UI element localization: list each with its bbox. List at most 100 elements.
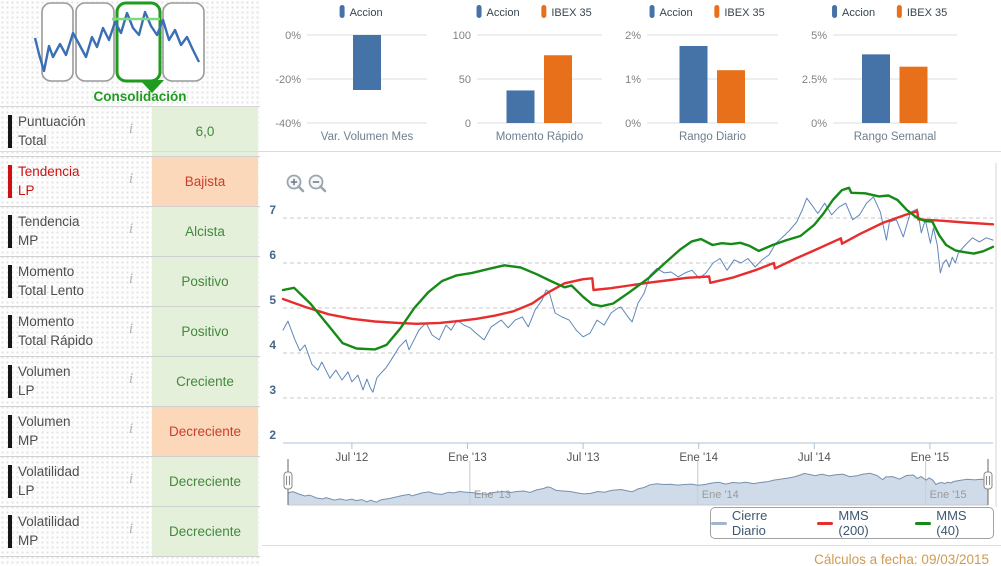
zoom-out-button[interactable] (308, 174, 327, 193)
mini-legend-label[interactable]: IBEX 35 (551, 7, 591, 19)
series-cierrediario (282, 196, 994, 393)
table-row-volumen-lp: Volumen LP i Creciente (0, 357, 260, 407)
y-axis-label: 6 (269, 248, 276, 262)
legend-swatch-icon (817, 521, 834, 525)
x-axis-label: Ene '15 (911, 452, 950, 464)
y-axis-label: 7 (269, 203, 276, 217)
y-axis-label: 2 (269, 428, 276, 442)
mini-legend-marker-icon[interactable] (476, 5, 482, 18)
x-axis-label: Jul '13 (567, 452, 600, 464)
row-accent-bar (8, 515, 12, 548)
info-icon[interactable]: i (124, 521, 138, 538)
x-axis-label: Jul '14 (798, 452, 831, 464)
legend-swatch-icon (915, 521, 932, 525)
row-value: Decreciente (152, 507, 258, 556)
row-accent-bar (8, 315, 12, 348)
info-icon[interactable]: i (124, 321, 138, 338)
table-row-tendencia-mp: Tendencia MP i Alcista (0, 207, 260, 257)
pattern-panel (41, 2, 74, 82)
bar-accion (862, 54, 890, 123)
legend-label: MMS (200) (838, 508, 869, 538)
info-icon[interactable]: i (124, 271, 138, 288)
row-accent-bar (8, 215, 12, 248)
info-icon[interactable]: i (124, 121, 138, 138)
y-axis-label: 4 (269, 338, 276, 352)
mini-ytick-label: 1% (625, 74, 641, 86)
legend-label: MMS (40) (936, 508, 967, 538)
mini-ytick-label: 50 (459, 74, 471, 86)
row-value: Creciente (152, 357, 258, 406)
info-icon[interactable]: i (124, 471, 138, 488)
zoom-in-button[interactable] (286, 174, 305, 193)
mini-legend-marker-icon[interactable] (896, 5, 902, 18)
legend-item-mms40[interactable]: MMS (40) (915, 508, 993, 538)
mini-legend-label[interactable]: Accion (660, 7, 693, 19)
mini-ytick-label: 100 (453, 30, 471, 42)
y-axis-label: 3 (269, 383, 276, 397)
legend-swatch-icon (711, 521, 727, 525)
mini-chart-title: Var. Volumen Mes (321, 131, 414, 143)
mini-ytick-label: -40% (275, 118, 301, 130)
row-value: Positivo (152, 257, 258, 306)
navigator-label: Ene '14 (702, 489, 739, 501)
legend-item-cierrediario[interactable]: Cierre Diario (711, 508, 804, 538)
pattern-sparkline-image: Consolidación (33, 1, 205, 104)
series-mms200 (281, 210, 995, 326)
row-value: Alcista (152, 207, 258, 256)
x-axis-label: Ene '13 (448, 452, 487, 464)
navigator-label: Ene '15 (930, 489, 967, 501)
mini-legend-label[interactable]: Accion (350, 7, 383, 19)
mini-legend-marker-icon[interactable] (649, 5, 655, 18)
x-axis-label: Ene '14 (679, 452, 718, 464)
calculation-date-text: Cálculos a fecha: 09/03/2015 (814, 552, 989, 566)
mini-chart-title: Momento Rápido (496, 131, 584, 143)
info-icon[interactable]: i (124, 221, 138, 238)
row-accent-bar (8, 165, 12, 198)
x-axis-label: Jul '12 (335, 452, 368, 464)
row-label: Momento Total Rápido (18, 314, 94, 349)
pattern-thumbnail-widget: Consolidación (0, 0, 260, 106)
mini-ytick-label: -20% (275, 74, 301, 86)
mini-ytick-label: 0 (465, 118, 471, 130)
mini-legend-marker-icon[interactable] (832, 5, 838, 18)
mini-legend-marker-icon[interactable] (541, 5, 547, 18)
row-accent-bar (8, 365, 12, 398)
info-icon[interactable]: i (124, 421, 138, 438)
legend-label: Cierre Diario (731, 508, 768, 538)
legend-item-mms200[interactable]: MMS (200) (817, 508, 902, 538)
row-label: Tendencia LP (18, 164, 80, 199)
mini-bar-charts: 0% -20% -40% Accion Var. Volumen Mes 100 50 0 Ac… (275, 5, 957, 143)
row-label: Volumen MP (18, 414, 71, 449)
series-mms40 (281, 186, 995, 351)
mini-legend-label[interactable]: Accion (487, 7, 520, 19)
mini-legend-marker-icon[interactable] (714, 5, 720, 18)
row-value: Positivo (152, 307, 258, 356)
indicator-summary-table: Puntuación Total i 6,0 Tendencia LP i Bajista Te… (0, 106, 260, 557)
y-axis-label: 5 (269, 293, 276, 307)
table-row-tendencia-lp: Tendencia LP i Bajista (0, 157, 260, 207)
table-row-momento-total-rápido: Momento Total Rápido i Positivo (0, 307, 260, 357)
bar-ibex-35 (717, 70, 745, 123)
mini-legend-marker-icon[interactable] (339, 5, 345, 18)
mini-ytick-label: 0% (811, 118, 827, 130)
bar-accion (679, 46, 708, 123)
info-icon[interactable]: i (124, 171, 138, 188)
mini-legend-label[interactable]: IBEX 35 (724, 7, 764, 19)
top-divider (0, 151, 1001, 152)
row-value: Decreciente (152, 457, 258, 506)
mini-ytick-label: 2.5% (802, 74, 827, 86)
table-row-volatilidad-mp: Volatilidad MP i Decreciente (0, 507, 260, 557)
bar-ibex-35 (544, 55, 572, 123)
row-accent-bar (8, 465, 12, 498)
mini-ytick-label: 2% (625, 30, 641, 42)
row-accent-bar (8, 265, 12, 298)
row-accent-bar (8, 415, 12, 448)
row-accent-bar (8, 115, 12, 148)
mini-chart-title: Rango Diario (679, 131, 746, 143)
mini-legend-label[interactable]: IBEX 35 (907, 7, 947, 19)
table-row-volumen-mp: Volumen MP i Decreciente (0, 407, 260, 457)
info-icon[interactable]: i (124, 371, 138, 388)
mini-legend-label[interactable]: Accion (842, 7, 875, 19)
chart-legend: Cierre Diario MMS (200) MMS (40) (710, 507, 994, 539)
row-label: Momento Total Lento (18, 264, 85, 299)
